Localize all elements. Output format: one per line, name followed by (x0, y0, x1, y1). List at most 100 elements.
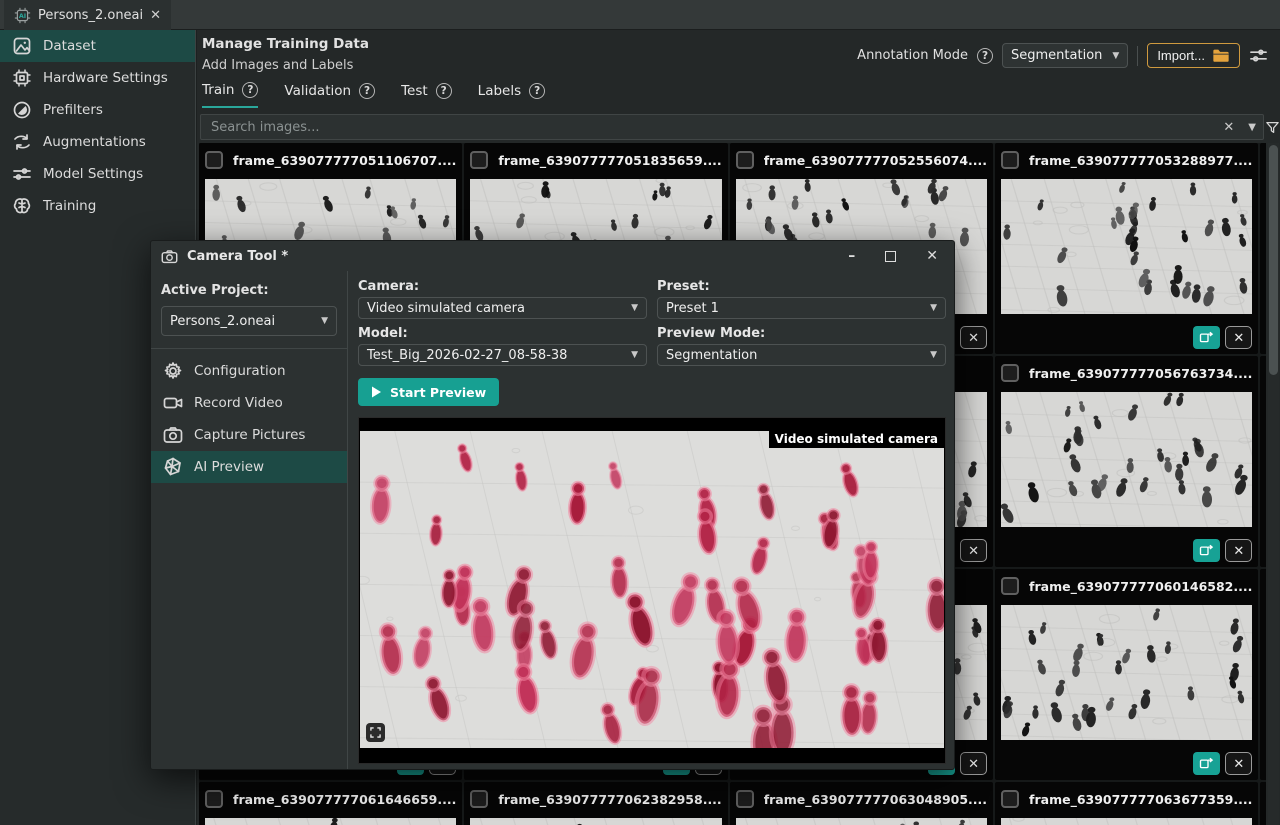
tab-labels[interactable]: Labels ? (478, 82, 545, 108)
sidebar-item-label: Prefilters (43, 102, 103, 118)
image-thumbnail[interactable] (1001, 179, 1252, 314)
start-preview-label: Start Preview (390, 385, 486, 400)
sidebar-item-label: Model Settings (43, 166, 143, 182)
image-checkbox[interactable] (205, 790, 223, 808)
help-icon[interactable]: ? (242, 82, 258, 98)
dialog-title-bar[interactable]: Camera Tool * – ✕ (151, 241, 954, 271)
minimize-icon[interactable]: – (848, 249, 855, 263)
close-tab-icon[interactable]: ✕ (150, 8, 161, 23)
move-image-button[interactable] (1193, 752, 1220, 775)
delete-image-button[interactable]: ✕ (960, 539, 987, 562)
image-thumbnail[interactable] (1001, 818, 1252, 825)
page-subtitle: Add Images and Labels (202, 58, 353, 73)
preview-source-label: Video simulated camera (769, 431, 944, 448)
image-checkbox[interactable] (736, 790, 754, 808)
filter-funnel-icon[interactable] (1263, 114, 1280, 140)
delete-image-button[interactable]: ✕ (960, 326, 987, 349)
dialog-title: Camera Tool * (187, 249, 288, 264)
image-checkbox[interactable] (1001, 151, 1019, 169)
project-tab[interactable]: AI Persons_2.oneai ✕ (4, 0, 171, 30)
image-filename: frame_639077777061646659.... (233, 792, 456, 807)
scrollbar-thumb[interactable] (1269, 145, 1278, 375)
dialog-content: Camera: Video simulated camera ▼ Preset:… (348, 271, 954, 769)
sidebar-item-prefilters[interactable]: Prefilters (0, 94, 195, 126)
image-thumbnail[interactable] (736, 818, 987, 825)
dialog-menu-label: Record Video (194, 395, 283, 411)
help-icon[interactable]: ? (977, 48, 993, 64)
preview-mode-value: Segmentation (666, 348, 757, 363)
image-checkbox[interactable] (470, 151, 488, 169)
chevron-down-icon: ▼ (1112, 51, 1119, 61)
preset-label: Preset: (657, 279, 946, 294)
image-checkbox[interactable] (736, 151, 754, 169)
sidebar-item-dataset[interactable]: Dataset (0, 30, 195, 62)
image-checkbox[interactable] (1001, 364, 1019, 382)
image-thumbnail[interactable] (1001, 605, 1252, 740)
chevron-down-icon: ▼ (321, 316, 328, 326)
delete-image-button[interactable]: ✕ (1225, 539, 1252, 562)
image-filename: frame_639077777063677359.... (1029, 792, 1252, 807)
project-tab-label: Persons_2.oneai (38, 8, 143, 23)
image-card: frame_639077777053997117.... ✕ (1260, 143, 1266, 354)
model-select[interactable]: Test_Big_2026-02-27_08-58-38 ▼ (358, 344, 647, 366)
help-icon[interactable]: ? (436, 83, 452, 99)
maximize-icon[interactable] (885, 251, 896, 262)
tab-train[interactable]: Train ? (202, 82, 258, 108)
search-bar: ✕ ▼ (200, 114, 1264, 140)
image-icon (12, 36, 32, 56)
image-thumbnail[interactable] (205, 818, 456, 825)
delete-image-button[interactable]: ✕ (960, 752, 987, 775)
dialog-menu-label: Configuration (194, 363, 286, 379)
preview-mode-select[interactable]: Segmentation ▼ (657, 344, 946, 366)
help-icon[interactable]: ? (529, 83, 545, 99)
dialog-menu-record-video[interactable]: Record Video (151, 387, 347, 419)
image-filename: frame_639077777060146582.... (1029, 579, 1252, 594)
search-input[interactable] (201, 120, 1216, 135)
dialog-menu-capture-pictures[interactable]: Capture Pictures (151, 419, 347, 451)
camera-value: Video simulated camera (367, 301, 525, 316)
svg-text:AI: AI (19, 12, 26, 20)
delete-image-button[interactable]: ✕ (1225, 752, 1252, 775)
brain-icon (12, 196, 32, 216)
play-icon (371, 386, 382, 398)
move-image-button[interactable] (1193, 539, 1220, 562)
camera-icon (161, 249, 178, 264)
sidebar-item-training[interactable]: Training (0, 190, 195, 222)
tab-validation[interactable]: Validation ? (284, 82, 375, 108)
help-icon[interactable]: ? (359, 83, 375, 99)
image-thumbnail[interactable] (470, 818, 721, 825)
annotation-mode-select[interactable]: Segmentation ▼ (1002, 43, 1128, 68)
preset-select[interactable]: Preset 1 ▼ (657, 297, 946, 319)
start-preview-button[interactable]: Start Preview (358, 378, 499, 406)
sidebar-item-label: Training (43, 198, 96, 214)
tab-test[interactable]: Test ? (401, 82, 452, 108)
image-checkbox[interactable] (1001, 790, 1019, 808)
clear-search-icon[interactable]: ✕ (1216, 120, 1241, 135)
sidebar-item-augmentations[interactable]: Augmentations (0, 126, 195, 158)
ai-chip-icon: AI (14, 7, 31, 24)
image-checkbox[interactable] (1001, 577, 1019, 595)
chevron-down-icon: ▼ (631, 350, 638, 360)
ai-polyhedron-icon (163, 457, 183, 477)
camera-select[interactable]: Video simulated camera ▼ (358, 297, 647, 319)
image-checkbox[interactable] (470, 790, 488, 808)
move-image-button[interactable] (1193, 326, 1220, 349)
dialog-menu-ai-preview[interactable]: AI Preview (151, 451, 347, 483)
dialog-menu-configuration[interactable]: Configuration (151, 355, 347, 387)
image-filename: frame_639077777051835659.... (498, 153, 721, 168)
sidebar-item-hardware-settings[interactable]: Hardware Settings (0, 62, 195, 94)
search-dropdown-icon[interactable]: ▼ (1241, 122, 1263, 133)
image-checkbox[interactable] (205, 151, 223, 169)
import-button-label: Import... (1157, 48, 1205, 63)
import-button[interactable]: Import... (1147, 43, 1240, 68)
delete-image-button[interactable]: ✕ (1225, 326, 1252, 349)
image-thumbnail[interactable] (1001, 392, 1252, 527)
close-dialog-icon[interactable]: ✕ (926, 249, 938, 263)
fullscreen-icon[interactable] (366, 723, 385, 742)
active-project-select[interactable]: Persons_2.oneai ▼ (161, 306, 337, 336)
preset-value: Preset 1 (666, 301, 719, 316)
view-options-icon[interactable] (1249, 46, 1268, 65)
scrollbar (1268, 143, 1279, 825)
header-controls: Annotation Mode ? Segmentation ▼ Import.… (857, 43, 1268, 68)
sidebar-item-model-settings[interactable]: Model Settings (0, 158, 195, 190)
